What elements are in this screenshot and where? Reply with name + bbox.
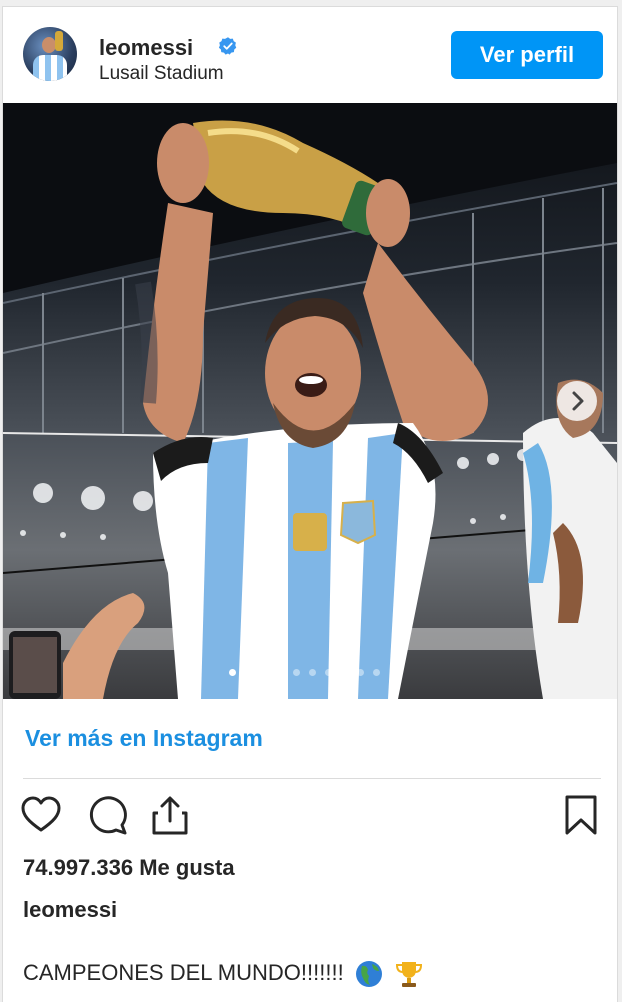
carousel-dot[interactable] — [277, 669, 284, 676]
photo-illustration — [3, 103, 617, 699]
carousel-dot[interactable] — [325, 669, 332, 676]
carousel-indicator — [229, 663, 389, 676]
share-icon[interactable] — [148, 793, 192, 837]
carousel-dot[interactable] — [261, 669, 268, 676]
instagram-embed-card: leomessi Lusail Stadium Ver perfil Ver m… — [2, 6, 618, 1002]
heart-icon[interactable] — [19, 793, 63, 837]
verified-badge-icon — [218, 37, 237, 55]
username[interactable]: leomessi — [99, 35, 193, 61]
trophy-icon — [395, 962, 422, 987]
comment-icon[interactable] — [85, 793, 129, 837]
carousel-dot[interactable] — [341, 669, 348, 676]
location[interactable]: Lusail Stadium — [99, 63, 224, 85]
globe-americas-icon — [355, 961, 382, 987]
next-slide-button[interactable] — [557, 381, 597, 421]
avatar[interactable] — [23, 27, 77, 81]
divider — [23, 778, 601, 779]
carousel-dot[interactable] — [293, 669, 300, 676]
bookmark-icon[interactable] — [559, 793, 603, 837]
carousel-dot[interactable] — [245, 669, 252, 676]
post-header: leomessi Lusail Stadium Ver perfil — [3, 7, 617, 103]
caption-username[interactable]: leomessi — [23, 897, 117, 923]
carousel-dot[interactable] — [373, 669, 380, 676]
carousel-dot[interactable] — [229, 669, 236, 676]
chevron-right-icon — [572, 391, 584, 411]
post-photo[interactable] — [3, 103, 617, 699]
caption-text: CAMPEONES DEL MUNDO!!!!!!! — [23, 959, 344, 985]
view-more-on-instagram-link[interactable]: Ver más en Instagram — [25, 725, 263, 752]
view-profile-button[interactable]: Ver perfil — [451, 31, 603, 79]
caption: CAMPEONES DEL MUNDO!!!!!!! — [23, 959, 424, 989]
carousel-dot[interactable] — [357, 669, 364, 676]
carousel-dot[interactable] — [309, 669, 316, 676]
likes-count[interactable]: 74.997.336 Me gusta — [23, 855, 235, 881]
